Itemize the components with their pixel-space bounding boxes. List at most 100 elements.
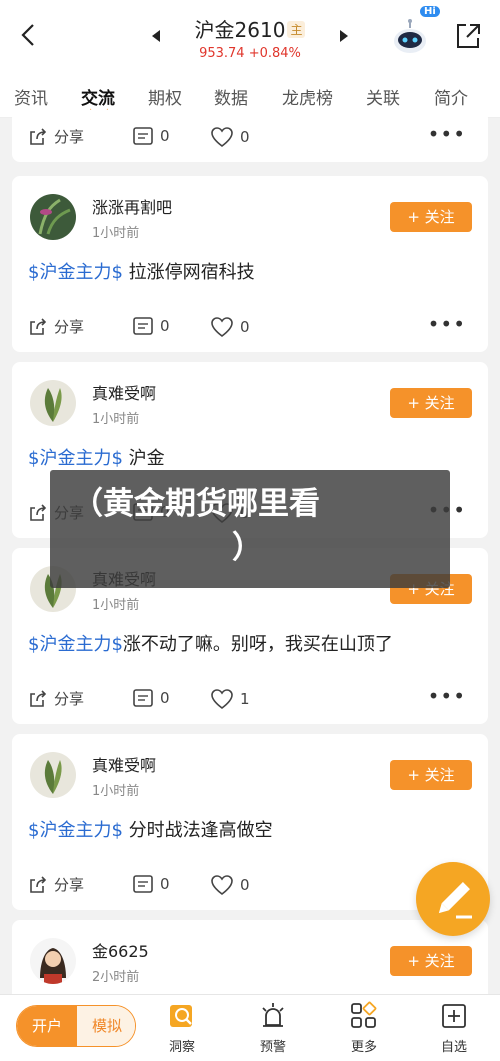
comment-action[interactable]: 0: [132, 874, 170, 894]
bottom-bar: 开户 模拟 洞察 预警 更多 自选: [0, 994, 500, 1061]
open-account-button[interactable]: 开户: [17, 1006, 77, 1046]
overlay-line-1: （黄金期货哪里看: [72, 486, 320, 522]
more-icon[interactable]: •••: [428, 122, 466, 146]
symbol-tag[interactable]: $沪金主力$: [28, 634, 123, 655]
post-text: 沪金: [122, 448, 165, 469]
comment-action[interactable]: 0: [132, 316, 170, 336]
like-count: 1: [240, 690, 250, 708]
like-action[interactable]: 1: [210, 688, 250, 710]
heart-icon: [211, 127, 233, 148]
contract-title-block[interactable]: 沪金2610 主 953.74 +0.84%: [170, 14, 330, 61]
tab-options[interactable]: 期权: [148, 84, 182, 109]
like-action[interactable]: 0: [210, 874, 250, 896]
user-name[interactable]: 真难受啊: [92, 380, 156, 404]
post-content[interactable]: $沪金主力$ 拉涨停网宿科技: [28, 258, 255, 284]
more-icon[interactable]: •••: [428, 312, 466, 336]
simulated-trading-button[interactable]: 模拟: [77, 1006, 135, 1046]
share-action[interactable]: 分享: [28, 874, 84, 895]
follow-button[interactable]: + 关注: [390, 202, 472, 232]
tab-discussion[interactable]: 交流: [81, 84, 115, 109]
heart-icon: [211, 317, 233, 338]
post-content[interactable]: $沪金主力$ 沪金: [28, 444, 165, 470]
comment-count: 0: [160, 317, 170, 335]
overlay-line-2: ）: [232, 530, 263, 566]
post-content[interactable]: $沪金主力$ 分时战法逢高做空: [28, 816, 273, 842]
symbol-tag[interactable]: $沪金主力$: [28, 262, 123, 283]
comment-count: 0: [160, 689, 170, 707]
symbol-tag[interactable]: $沪金主力$: [28, 820, 123, 841]
next-contract-icon[interactable]: [338, 28, 350, 42]
like-count: 0: [240, 876, 250, 894]
account-mode-switch: 开户 模拟: [16, 1005, 136, 1047]
share-icon: [30, 127, 47, 145]
post-text: 涨不动了嘛。别呀，我买在山顶了: [122, 634, 393, 655]
share-action[interactable]: 分享: [28, 688, 84, 709]
more-icon[interactable]: •••: [428, 684, 466, 708]
nav-watchlist[interactable]: 自选: [424, 1001, 484, 1055]
share-label: 分享: [54, 690, 85, 708]
compose-post-button[interactable]: [416, 862, 490, 936]
like-action[interactable]: 0: [210, 316, 250, 338]
comment-count: 0: [160, 875, 170, 893]
comment-action[interactable]: 0: [132, 126, 170, 146]
share-action[interactable]: 分享: [28, 126, 84, 147]
grid-more-icon: [351, 1001, 377, 1028]
post-time: 1小时前: [92, 412, 140, 427]
nav-insight[interactable]: 洞察: [152, 1001, 212, 1055]
post-card[interactable]: 涨涨再割吧 1小时前 + 关注 $沪金主力$ 拉涨停网宿科技分享 0 0 •••: [12, 176, 488, 352]
comment-icon: [133, 689, 153, 707]
previous-contract-icon[interactable]: [150, 28, 162, 42]
post-time: 1小时前: [92, 598, 140, 613]
like-count: 0: [240, 318, 250, 336]
share-icon: [30, 689, 47, 707]
assistant-robot-icon[interactable]: [388, 14, 432, 58]
follow-button[interactable]: + 关注: [390, 760, 472, 790]
like-action[interactable]: 0: [210, 126, 250, 148]
nav-more[interactable]: 更多: [334, 1001, 394, 1055]
comment-icon: [133, 317, 153, 335]
tab-news[interactable]: 资讯: [14, 84, 48, 109]
insight-icon: [170, 1005, 192, 1027]
heart-icon: [211, 875, 233, 896]
comment-icon: [133, 127, 153, 145]
share-out-icon[interactable]: [452, 20, 484, 52]
user-name[interactable]: 真难受啊: [92, 752, 156, 776]
nav-label: 更多: [350, 1040, 377, 1055]
contract-title: 沪金2610: [194, 18, 286, 42]
post-text: 分时战法逢高做空: [122, 820, 273, 841]
comment-count: 0: [160, 127, 170, 145]
post-content[interactable]: $沪金主力$涨不动了嘛。别呀，我买在山顶了: [28, 630, 393, 656]
post-time: 1小时前: [92, 226, 140, 241]
add-watchlist-icon: [442, 1004, 466, 1028]
user-name[interactable]: 金6625: [92, 938, 149, 962]
share-label: 分享: [54, 318, 85, 336]
header: 沪金2610 主 953.74 +0.84% Hi: [0, 0, 500, 72]
post-actions: 分享 0 0 •••: [12, 112, 488, 162]
avatar[interactable]: [30, 752, 76, 798]
follow-button[interactable]: + 关注: [390, 388, 472, 418]
avatar[interactable]: [30, 938, 76, 984]
follow-button[interactable]: + 关注: [390, 946, 472, 976]
main-contract-badge: 主: [287, 21, 306, 38]
share-icon: [30, 875, 47, 893]
share-label: 分享: [54, 128, 85, 146]
tab-dragon-tiger-list[interactable]: 龙虎榜: [282, 84, 333, 109]
like-count: 0: [240, 128, 250, 146]
nav-label: 预警: [259, 1040, 286, 1055]
avatar[interactable]: [30, 380, 76, 426]
post-card: 分享 0 0 •••: [12, 110, 488, 162]
comment-action[interactable]: 0: [132, 688, 170, 708]
share-action[interactable]: 分享: [28, 316, 84, 337]
avatar[interactable]: [30, 194, 76, 240]
alarm-icon: [262, 1003, 284, 1027]
tab-data[interactable]: 数据: [214, 84, 248, 109]
post-actions: 分享 0 1 •••: [12, 674, 488, 724]
symbol-tag[interactable]: $沪金主力$: [28, 448, 123, 469]
back-icon[interactable]: [14, 20, 44, 50]
overlay-banner: （黄金期货哪里看 ）: [50, 470, 450, 588]
nav-alert[interactable]: 预警: [243, 1001, 303, 1055]
overlay-title: （黄金期货哪里看 ）: [72, 482, 320, 570]
user-name[interactable]: 涨涨再割吧: [92, 194, 172, 218]
tab-related[interactable]: 关联: [366, 84, 400, 109]
tab-profile[interactable]: 简介: [434, 84, 468, 109]
